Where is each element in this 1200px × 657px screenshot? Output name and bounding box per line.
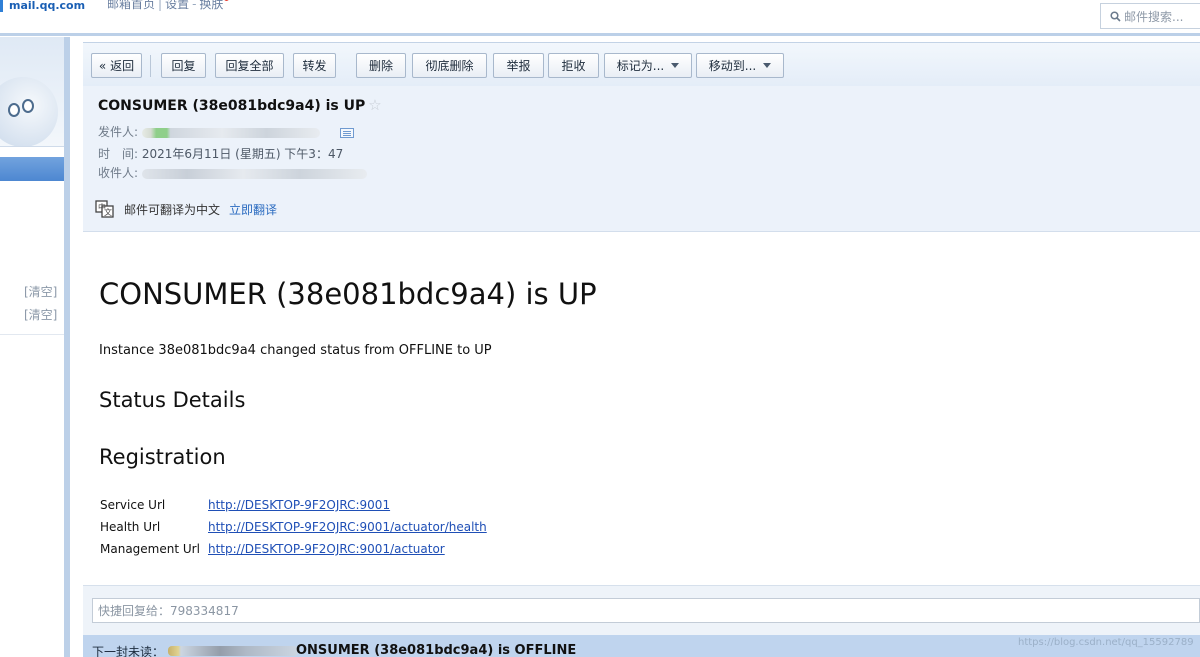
forward-button[interactable]: 转发 (293, 53, 336, 78)
next-unread-label: 下一封未读： (92, 645, 165, 657)
to-label: 收件人: (98, 166, 139, 180)
mail-subject: CONSUMER (38e081bdc9a4) is UP ☆ (98, 96, 382, 114)
time-value: 2021年6月11日 (星期五) 下午3：47 (141, 147, 344, 161)
sender-address-redacted[interactable] (141, 127, 320, 138)
recipient-row: 收件人: (98, 164, 367, 181)
delete-button[interactable]: 删除 (356, 53, 406, 78)
mascot-eye-icon (22, 99, 34, 113)
toolbar-separator (150, 55, 151, 77)
mascot-eye-icon (8, 103, 20, 117)
reply-button[interactable]: 回复 (161, 53, 206, 78)
translate-now-link[interactable]: 立即翻译 (229, 201, 277, 218)
quick-reply-input[interactable]: 快捷回复给：798334817 (92, 598, 1200, 623)
mail-logo[interactable]: mail.qq.com (0, 0, 85, 14)
service-url-label: Service Url (100, 498, 166, 512)
registration-heading: Registration (99, 445, 226, 469)
time-row: 时 间: 2021年6月11日 (星期五) 下午3：47 (98, 145, 343, 162)
delete-forever-button[interactable]: 彻底删除 (412, 53, 487, 78)
registration-table: Service Url http://DESKTOP-9F2OJRC:9001 … (100, 494, 487, 560)
logo-mark (0, 0, 3, 12)
status-details-heading: Status Details (99, 388, 246, 412)
reject-button[interactable]: 拒收 (548, 53, 599, 78)
skin-link[interactable]: 换肤 (199, 0, 223, 11)
quick-reply-placeholder: 快捷回复给：798334817 (98, 604, 239, 618)
left-sidebar: [清空] [清空] (0, 37, 70, 657)
content-heading: CONSUMER (38e081bdc9a4) is UP (99, 277, 597, 311)
management-url-label: Management Url (100, 542, 200, 556)
translate-text: 邮件可翻译为中文 (124, 202, 221, 217)
recipient-address-redacted[interactable] (141, 168, 367, 179)
time-label: 时 间: (98, 147, 139, 161)
qq-avatar-banner (0, 37, 64, 147)
table-row: Management Url http://DESKTOP-9F2OJRC:90… (100, 538, 487, 560)
management-url-link[interactable]: http://DESKTOP-9F2OJRC:9001/actuator (208, 542, 445, 556)
mail-search-input[interactable]: 邮件搜索... (1100, 3, 1200, 29)
star-icon[interactable]: ☆ (368, 96, 381, 114)
sender-row: 发件人: (98, 123, 354, 140)
reply-all-button[interactable]: 回复全部 (215, 53, 284, 78)
sidebar-item-inbox-active[interactable] (0, 157, 64, 181)
watermark-text: https://blog.csdn.net/qq_15592789 (1018, 637, 1194, 648)
service-url-link[interactable]: http://DESKTOP-9F2OJRC:9001 (208, 498, 390, 512)
search-icon (1110, 10, 1121, 22)
table-row: Service Url http://DESKTOP-9F2OJRC:9001 (100, 494, 487, 516)
settings-link[interactable]: 设置 (165, 0, 189, 11)
move-to-label: 移动到... (708, 59, 757, 73)
subject-text: CONSUMER (38e081bdc9a4) is UP (98, 98, 366, 114)
move-to-dropdown[interactable]: 移动到... (696, 53, 784, 78)
clear-trash-link[interactable]: [清空] (24, 283, 57, 300)
mail-toolbar: « 返回 回复 回复全部 转发 删除 彻底删除 举报 拒收 标记为... 移动到… (83, 42, 1200, 86)
report-button[interactable]: 举报 (493, 53, 544, 78)
top-links: 邮箱首页 | 设置 - 换肤 (107, 0, 230, 12)
health-url-label: Health Url (100, 520, 161, 534)
contact-card-icon[interactable] (339, 127, 354, 138)
chevron-down-icon (763, 63, 772, 68)
translate-icon: 中 文 (95, 200, 114, 218)
from-label: 发件人: (98, 125, 139, 139)
clear-spam-link[interactable]: [清空] (24, 306, 57, 323)
notification-dot (224, 0, 230, 1)
qq-mascot-icon (0, 77, 58, 146)
health-url-link[interactable]: http://DESKTOP-9F2OJRC:9001/actuator/hea… (208, 520, 487, 534)
svg-text:文: 文 (104, 207, 112, 217)
status-change-text: Instance 38e081bdc9a4 changed status fro… (99, 343, 492, 358)
chevron-down-icon (671, 63, 680, 68)
search-placeholder: 邮件搜索... (1124, 9, 1184, 24)
translate-row: 中 文 邮件可翻译为中文 立即翻译 (95, 200, 277, 218)
sidebar-divider (0, 334, 64, 335)
top-bar: mail.qq.com 邮箱首页 | 设置 - 换肤 邮件搜索... (0, 0, 1200, 36)
mark-as-label: 标记为... (616, 59, 665, 73)
mark-as-dropdown[interactable]: 标记为... (604, 53, 692, 78)
table-row: Health Url http://DESKTOP-9F2OJRC:9001/a… (100, 516, 487, 538)
logo-text: mail.qq.com (9, 0, 86, 12)
next-unread-subject-link[interactable]: ONSUMER (38e081bdc9a4) is OFFLINE (296, 643, 576, 657)
next-sender-redacted (168, 646, 298, 656)
back-button[interactable]: « 返回 (91, 53, 142, 78)
mailbox-home-link[interactable]: 邮箱首页 (107, 0, 155, 11)
